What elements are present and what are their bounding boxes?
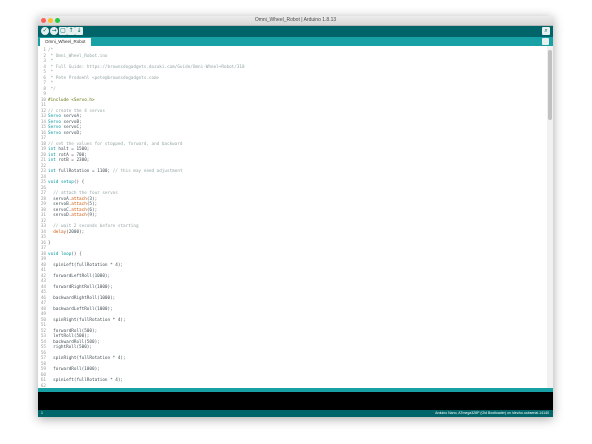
code-token: setup bbox=[60, 180, 74, 185]
save-button[interactable]: ↓ bbox=[75, 27, 83, 35]
code-token: // create the 4 servos bbox=[48, 108, 105, 114]
code-token: * Omni_Wheel_Robot.ino bbox=[48, 53, 108, 59]
serial-monitor-icon[interactable]: ⌕ bbox=[542, 27, 550, 35]
toolbar: ✓ → ▢ ↑ ↓ ⌕ bbox=[38, 26, 553, 37]
open-button[interactable]: ↑ bbox=[67, 27, 75, 35]
code-token: * bbox=[48, 70, 54, 75]
code-token: servoA; bbox=[60, 114, 82, 119]
code-token: * bbox=[48, 59, 54, 64]
code-token: attach bbox=[71, 196, 87, 202]
code-token: rotA = 700; bbox=[55, 152, 87, 158]
code-token: servoD; bbox=[60, 130, 82, 136]
code-token: // attach the four servos bbox=[53, 191, 118, 196]
code-token: fullRotation = 1100; bbox=[55, 169, 113, 174]
title-bar[interactable]: Omni_Wheel_Robot | Arduino 1.8.13 bbox=[38, 16, 553, 26]
code-token: delay bbox=[53, 229, 67, 235]
code-token: forwardLeftRoll(1000); bbox=[48, 273, 111, 279]
arduino-ide-window: Omni_Wheel_Robot | Arduino 1.8.13 ✓ → ▢ … bbox=[38, 16, 553, 417]
code-token: (6); bbox=[86, 207, 98, 213]
code-token: } bbox=[48, 240, 51, 246]
code-token: (3); bbox=[86, 196, 98, 202]
code-token: servoA. bbox=[48, 196, 72, 202]
upload-button[interactable]: → bbox=[50, 27, 58, 35]
code-token: loop bbox=[60, 251, 72, 257]
code-token: * bbox=[48, 81, 54, 86]
code-editor[interactable]: 1/* 2 * Omni_Wheel_Robot.ino 3 * 4 * Full G… bbox=[38, 46, 547, 388]
scrollbar-thumb[interactable] bbox=[548, 50, 552, 120]
status-board-info: Arduino Nano, ATmega328P (Old Bootloader… bbox=[435, 411, 549, 415]
code-token: backwardRightRoll(1000); bbox=[48, 295, 116, 301]
code-token: rightRoll(500); bbox=[48, 345, 92, 350]
code-token: rotB = 2300; bbox=[55, 158, 90, 163]
code-token: Servo bbox=[48, 119, 61, 125]
editor-scrollbar[interactable] bbox=[547, 46, 553, 388]
new-button[interactable]: ▢ bbox=[59, 27, 67, 35]
code-token: (9); bbox=[86, 213, 98, 218]
code-token: void bbox=[48, 180, 59, 185]
code-token: int bbox=[48, 169, 56, 174]
code-token: servoB. bbox=[48, 202, 72, 207]
code-token: Servo bbox=[48, 130, 61, 136]
code-token: backwardLeftRoll(1000); bbox=[48, 306, 113, 312]
code-token: int bbox=[48, 152, 56, 158]
code-token: forwardRoll(1000); bbox=[48, 367, 100, 372]
code-token: () { bbox=[71, 251, 82, 257]
code-token: forwardRoll(500); bbox=[48, 328, 98, 334]
window-title: Omni_Wheel_Robot | Arduino 1.8.13 bbox=[254, 17, 337, 23]
code-token: int bbox=[48, 158, 56, 163]
code-token: leftRoll(500); bbox=[48, 334, 90, 339]
status-line-number: 1 bbox=[41, 411, 43, 415]
code-token: servoB; bbox=[60, 119, 82, 125]
verify-button[interactable]: ✓ bbox=[41, 27, 49, 35]
tab-menu-icon[interactable] bbox=[542, 38, 549, 45]
code-token: backwardRoll(500); bbox=[48, 339, 100, 345]
code-token: () { bbox=[73, 180, 85, 185]
tab-bar: Omni_Wheel_Robot bbox=[38, 37, 553, 46]
code-token: servoC. bbox=[48, 207, 72, 213]
code-token: attach bbox=[71, 202, 87, 207]
code-token: (2000); bbox=[66, 229, 85, 235]
code-token: servoC; bbox=[60, 125, 82, 130]
code-token: spinLeft(fullRotation * 4); bbox=[48, 262, 124, 268]
code-token: Servo bbox=[48, 125, 61, 130]
code-token: (5); bbox=[86, 202, 98, 207]
code-token: Servo bbox=[48, 114, 61, 119]
tab-omni-wheel-robot[interactable]: Omni_Wheel_Robot bbox=[40, 38, 91, 46]
code-token: spinRight(fullRotation * 4); bbox=[48, 317, 126, 323]
code-token: void bbox=[48, 251, 59, 257]
code-token: // wait 2 seconds before starting bbox=[53, 224, 139, 229]
code-token: attach bbox=[71, 207, 87, 213]
code-token: * Full Guide: https://brownsdogadgets.do… bbox=[48, 64, 245, 70]
console-panel bbox=[38, 392, 553, 410]
code-token: /* bbox=[48, 48, 54, 53]
code-token: * Pete Prodoehl <pete@brownsdogadgets.co… bbox=[48, 75, 160, 81]
code-token: servoD. bbox=[48, 213, 72, 218]
code-token: */ bbox=[48, 86, 56, 92]
code-token: attach bbox=[71, 213, 87, 218]
code-token: halt = 1500; bbox=[55, 147, 90, 152]
code-token: int bbox=[48, 147, 56, 152]
code-token: #include <Servo.h> bbox=[48, 97, 95, 103]
status-bar: 1 Arduino Nano, ATmega328P (Old Bootload… bbox=[38, 410, 553, 417]
code-token: spinLeft(fullRotation * 4); bbox=[48, 378, 124, 383]
code-token: forwardRightRoll(1000); bbox=[48, 284, 113, 290]
code-token: // this may need adjustment bbox=[112, 169, 183, 174]
code-token: spinRight(fullRotation * 4); bbox=[48, 356, 126, 361]
code-token: // set the values for stopped, forward, … bbox=[48, 141, 183, 147]
